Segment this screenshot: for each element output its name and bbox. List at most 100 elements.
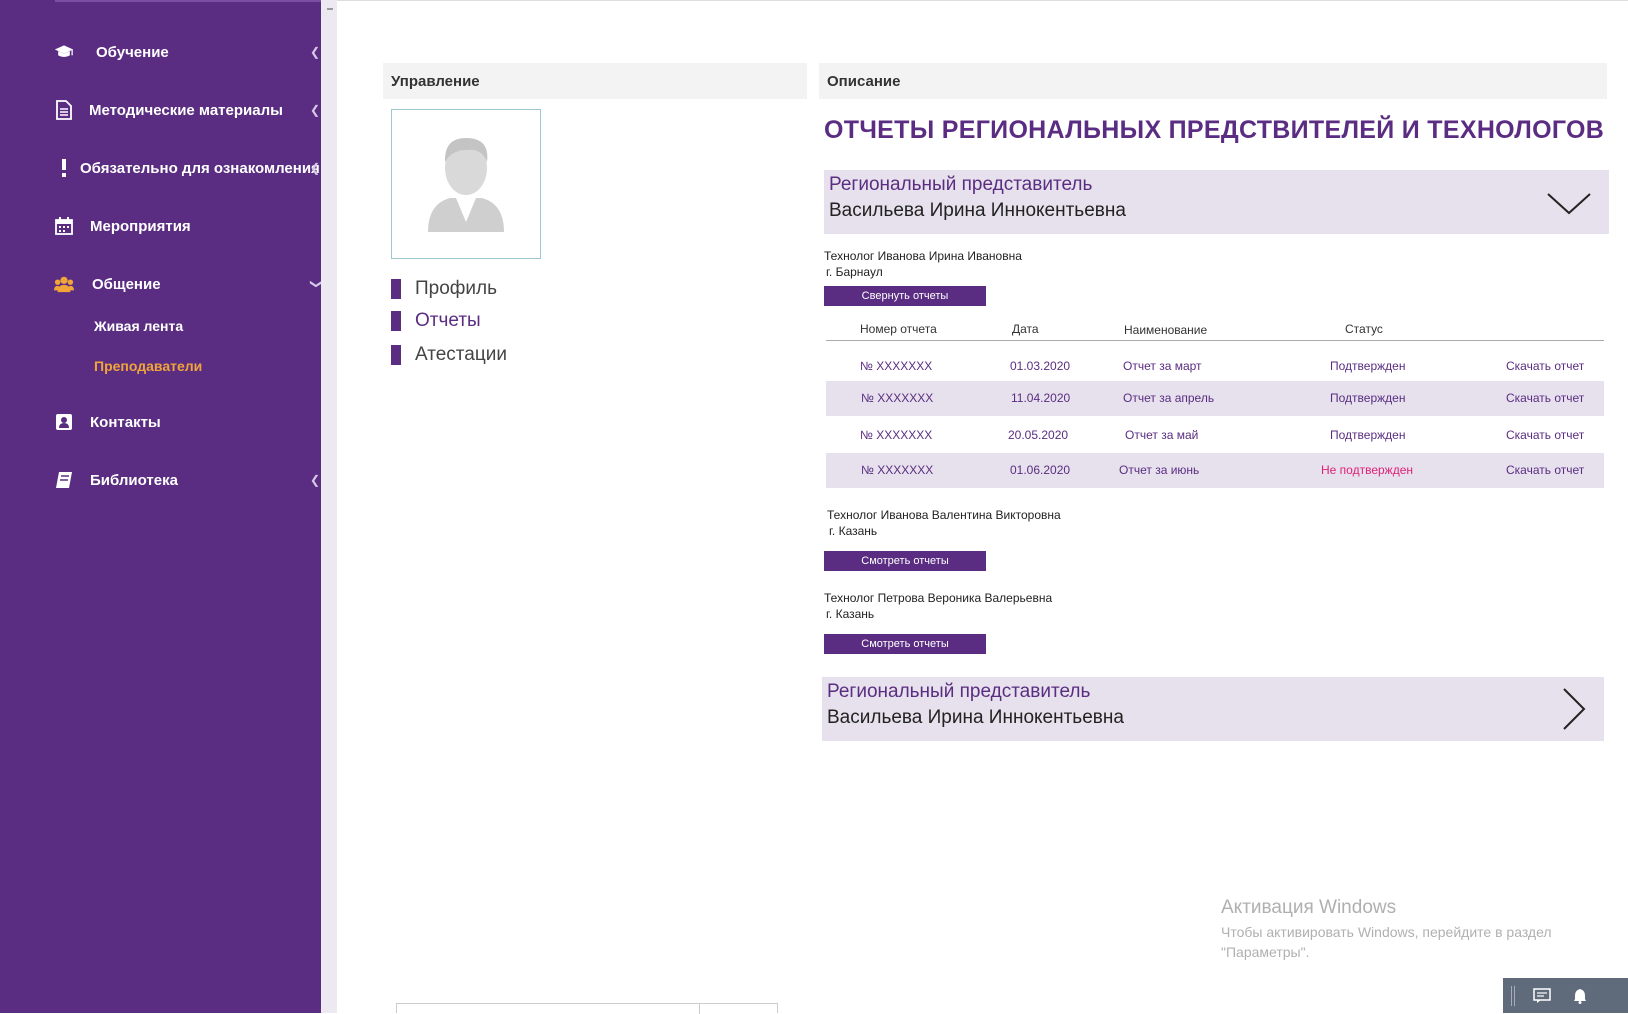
report-name: Отчет за май	[1125, 428, 1199, 442]
column-header-date: Дата	[1012, 322, 1039, 336]
windows-activation-text: Чтобы активировать Windows, перейдите в …	[1221, 922, 1552, 962]
technologist-name: Технолог Петрова Вероника Валерьевна	[824, 591, 1053, 605]
table-row: № XXXXXXX 20.05.2020 Отчет за май Подтве…	[826, 418, 1604, 453]
sidebar-subitem-live-feed[interactable]: Живая лента	[94, 318, 183, 334]
report-status: Не подтвержден	[1321, 463, 1413, 477]
sidebar-item-mandatory[interactable]: Обязательно для ознакомления ❮	[0, 148, 321, 188]
user-placeholder-icon	[428, 138, 504, 232]
sidebar-item-communication[interactable]: Общение ❮	[0, 264, 323, 304]
windows-activation-line: "Параметры".	[1221, 944, 1310, 960]
chevron-left-icon: ❮	[310, 45, 321, 59]
download-report-link[interactable]: Скачать отчет	[1506, 428, 1584, 442]
table-row: № XXXXXXX 11.04.2020 Отчет за апрель Под…	[826, 381, 1604, 416]
download-report-link[interactable]: Скачать отчет	[1506, 359, 1584, 373]
menu-marker	[391, 279, 401, 299]
menu-item-label: Профиль	[415, 278, 498, 299]
description-header: Описание	[819, 63, 1607, 99]
sidebar-subitem-teachers[interactable]: Преподаватели	[94, 358, 202, 374]
table-row: № XXXXXXX 01.03.2020 Отчет за март Подтв…	[826, 349, 1604, 384]
report-status: Подтвержден	[1330, 359, 1406, 373]
bell-icon[interactable]	[1573, 988, 1587, 1004]
sidebar-item-library[interactable]: Библиотека ❮	[0, 460, 321, 500]
technologist-name: Технолог Иванова Ирина Ивановна	[824, 249, 1022, 263]
bottom-partial-box	[396, 1003, 778, 1014]
contact-card-icon	[54, 412, 74, 432]
report-status: Подтвержден	[1330, 428, 1406, 442]
sidebar-item-label: Библиотека	[90, 471, 178, 489]
sidebar-top-divider	[55, 0, 321, 2]
rep-role: Региональный представитель	[827, 681, 1091, 702]
report-number: № XXXXXXX	[861, 391, 934, 405]
windows-activation-line: Чтобы активировать Windows, перейдите в …	[1221, 924, 1552, 940]
menu-item-label: Атестации	[415, 344, 507, 365]
sidebar-item-education[interactable]: Обучение ❮	[0, 32, 321, 72]
calendar-icon	[54, 216, 74, 236]
rep-name: Васильева Ирина Иннокентьевна	[827, 707, 1124, 728]
graduation-cap-icon	[54, 42, 74, 62]
report-date: 11.04.2020	[1011, 391, 1071, 405]
column-header-number: Номер отчета	[860, 322, 937, 336]
report-name: Отчет за апрель	[1123, 391, 1215, 405]
chevron-left-icon: ❮	[310, 103, 321, 117]
report-number: № XXXXXXX	[861, 463, 934, 477]
table-header-divider	[826, 340, 1604, 341]
view-reports-button[interactable]: Смотреть отчеты	[824, 551, 986, 571]
column-header-name: Наименование	[1124, 323, 1208, 337]
chevron-right-icon[interactable]	[1562, 687, 1586, 731]
windows-activation-title: Активация Windows	[1221, 897, 1397, 918]
menu-item-profile[interactable]: Профиль	[391, 278, 497, 300]
chevron-left-icon: ❮	[310, 161, 321, 175]
download-report-link[interactable]: Скачать отчет	[1506, 391, 1584, 405]
chevron-down-icon[interactable]	[1546, 192, 1592, 216]
rep-accordion-collapsed[interactable]: Региональный представитель Васильева Ири…	[822, 677, 1604, 741]
rep-name: Васильева Ирина Иннокентьевна	[829, 200, 1126, 221]
sidebar-item-label: Мероприятия	[90, 217, 191, 235]
management-header: Управление	[383, 63, 807, 99]
sidebar-item-methodical[interactable]: Методические материалы ❮	[0, 90, 321, 130]
table-row: № XXXXXXX 01.06.2020 Отчет за июнь Не по…	[826, 453, 1604, 488]
view-reports-button[interactable]: Смотреть отчеты	[824, 634, 986, 654]
sidebar: Обучение ❮ Методические материалы ❮ Обяз…	[0, 0, 323, 1013]
top-border	[337, 0, 1628, 1]
taskbar	[1503, 978, 1628, 1013]
report-name: Отчет за март	[1123, 359, 1202, 373]
menu-marker	[391, 311, 401, 331]
sidebar-item-label: Контакты	[90, 413, 161, 431]
sidebar-item-events[interactable]: Мероприятия	[0, 206, 321, 246]
sidebar-item-label: Общение	[92, 275, 161, 293]
rep-role: Региональный представитель	[829, 174, 1093, 195]
column-header-status: Статус	[1345, 322, 1383, 336]
chevron-left-icon: ❮	[310, 473, 321, 487]
chat-icon[interactable]	[1533, 988, 1551, 1004]
report-status: Подтвержден	[1330, 391, 1406, 405]
report-date: 01.03.2020	[1010, 359, 1071, 373]
book-icon	[54, 470, 74, 490]
users-icon	[54, 274, 74, 294]
download-report-link[interactable]: Скачать отчет	[1506, 463, 1584, 477]
rep-accordion-expanded[interactable]: Региональный представитель Васильева Ири…	[824, 170, 1609, 234]
menu-item-attestations[interactable]: Атестации	[391, 344, 507, 366]
exclamation-icon	[54, 158, 74, 178]
technologist-name: Технолог Иванова Валентина Викторовна	[827, 508, 1061, 522]
collapse-reports-button[interactable]: Свернуть отчеты	[824, 286, 986, 306]
report-number: № XXXXXXX	[860, 359, 933, 373]
menu-item-reports[interactable]: Отчеты	[391, 310, 481, 332]
avatar[interactable]	[391, 109, 541, 259]
menu-item-label: Отчеты	[415, 310, 481, 331]
chevron-down-icon: ❮	[308, 278, 323, 290]
taskbar-divider	[1511, 986, 1515, 1006]
technologist-city: г. Барнаул	[826, 265, 883, 279]
document-icon	[54, 100, 74, 120]
report-name: Отчет за июнь	[1119, 463, 1200, 477]
sidebar-item-label: Обучение	[96, 43, 169, 61]
page-title: ОТЧЕТЫ РЕГИОНАЛЬНЫХ ПРЕДСТВИТЕЛЕЙ И ТЕХН…	[824, 116, 1605, 144]
report-number: № XXXXXXX	[860, 428, 933, 442]
technologist-city: г. Казань	[829, 524, 878, 538]
sidebar-item-label: Методические материалы	[89, 101, 283, 119]
report-date: 20.05.2020	[1008, 428, 1069, 442]
technologist-city: г. Казань	[826, 607, 875, 621]
sidebar-item-contacts[interactable]: Контакты	[0, 402, 321, 442]
sidebar-item-label: Обязательно для ознакомления	[80, 159, 320, 177]
scroll-gutter	[321, 0, 337, 1013]
menu-marker	[391, 345, 401, 365]
